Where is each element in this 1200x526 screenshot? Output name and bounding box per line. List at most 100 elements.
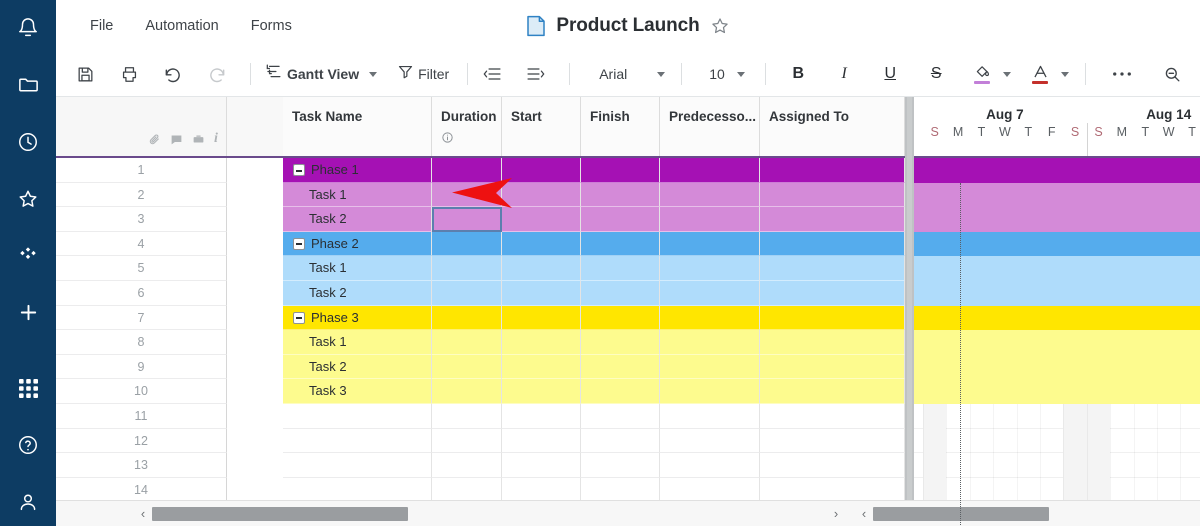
row-number[interactable]: 2 <box>56 182 227 208</box>
gantt-row[interactable] <box>914 281 1200 306</box>
grid-cell[interactable] <box>502 305 581 331</box>
undo-button[interactable] <box>158 59 188 89</box>
gantt-row[interactable] <box>914 207 1200 232</box>
scroll-thumb[interactable] <box>152 506 408 521</box>
collapse-toggle-icon[interactable] <box>293 164 305 176</box>
row-number[interactable]: 4 <box>56 231 227 257</box>
grid-cell[interactable] <box>581 477 660 503</box>
gantt-row[interactable] <box>914 256 1200 281</box>
save-button[interactable] <box>70 59 100 89</box>
grid-cell[interactable] <box>581 231 660 257</box>
gantt-horizontal-scrollbar[interactable]: ‹ <box>849 500 1200 526</box>
view-selector[interactable]: Gantt View <box>264 62 378 86</box>
text-color-chevron-down-icon[interactable] <box>1061 71 1070 77</box>
grid-cell[interactable] <box>502 158 581 183</box>
gantt-row[interactable] <box>914 379 1200 404</box>
account-user-icon[interactable] <box>0 479 56 526</box>
task-name-cell[interactable]: Phase 2 <box>283 231 432 257</box>
scroll-left-arrow-icon[interactable]: ‹ <box>134 506 152 521</box>
gantt-row[interactable] <box>914 305 1200 331</box>
bold-button[interactable]: B <box>783 59 813 89</box>
grid-cell[interactable] <box>581 207 660 232</box>
duration-cell[interactable] <box>432 305 502 331</box>
duration-cell[interactable] <box>432 158 502 183</box>
grid-cell[interactable] <box>660 182 760 208</box>
task-name-cell[interactable]: Task 2 <box>283 207 432 232</box>
duration-cell[interactable] <box>432 453 502 478</box>
duration-cell[interactable] <box>432 379 502 404</box>
grid-cell[interactable] <box>660 379 760 404</box>
duration-cell[interactable] <box>432 256 502 281</box>
task-name-cell[interactable] <box>283 453 432 478</box>
outdent-button[interactable] <box>477 59 507 89</box>
grid-cell[interactable] <box>760 428 905 454</box>
gantt-row[interactable] <box>914 231 1200 257</box>
task-name-cell[interactable]: Task 2 <box>283 281 432 306</box>
grid-cell[interactable] <box>760 207 905 232</box>
row-number[interactable]: 6 <box>56 281 227 306</box>
grid-cell[interactable] <box>502 453 581 478</box>
row-number[interactable]: 13 <box>56 453 227 478</box>
gantt-row[interactable] <box>914 158 1200 183</box>
grid-cell[interactable] <box>660 158 760 183</box>
scroll-right-arrow-icon[interactable]: › <box>827 506 845 521</box>
grid-cell[interactable] <box>660 231 760 257</box>
font-family-select[interactable]: Arial <box>593 62 671 86</box>
grid-cell[interactable] <box>502 428 581 454</box>
grid-cell[interactable] <box>502 281 581 306</box>
grid-cell[interactable] <box>760 330 905 355</box>
more-options-button[interactable] <box>1107 59 1137 89</box>
grid-cell[interactable] <box>660 404 760 429</box>
grid-cell[interactable] <box>502 404 581 429</box>
task-name-cell[interactable]: Phase 3 <box>283 305 432 331</box>
app-grid-icon[interactable] <box>0 365 56 412</box>
gantt-row[interactable] <box>914 182 1200 208</box>
grid-cell[interactable] <box>760 256 905 281</box>
grid-cell[interactable] <box>760 453 905 478</box>
grid-cell[interactable] <box>502 182 581 208</box>
row-number[interactable]: 14 <box>56 477 227 503</box>
task-name-cell[interactable]: Task 1 <box>283 330 432 355</box>
grid-cell[interactable] <box>760 158 905 183</box>
gantt-scroll-thumb[interactable] <box>873 506 1049 521</box>
gantt-scroll-left-arrow-icon[interactable]: ‹ <box>855 506 873 521</box>
menu-automation[interactable]: Automation <box>135 12 228 40</box>
task-name-cell[interactable]: Task 2 <box>283 354 432 380</box>
grid-cell[interactable] <box>760 477 905 503</box>
column-header-predecessors[interactable]: Predecesso... <box>660 97 760 156</box>
task-name-cell[interactable]: Task 1 <box>283 182 432 208</box>
fill-color-button[interactable] <box>967 59 997 89</box>
print-button[interactable] <box>114 59 144 89</box>
row-number[interactable]: 5 <box>56 256 227 281</box>
strikethrough-button[interactable]: S <box>921 59 951 89</box>
menu-forms[interactable]: Forms <box>241 12 302 40</box>
grid-cell[interactable] <box>760 354 905 380</box>
row-number[interactable]: 8 <box>56 330 227 355</box>
scroll-track[interactable] <box>152 501 827 526</box>
help-icon[interactable] <box>0 422 56 469</box>
grid-cell[interactable] <box>502 207 581 232</box>
grid-cell[interactable] <box>660 477 760 503</box>
text-color-button[interactable] <box>1025 59 1055 89</box>
grid-cell[interactable] <box>760 231 905 257</box>
redo-button[interactable] <box>202 59 232 89</box>
row-number[interactable]: 3 <box>56 207 227 232</box>
duration-cell[interactable] <box>432 477 502 503</box>
menu-file[interactable]: File <box>80 12 123 40</box>
pane-splitter[interactable] <box>905 97 914 500</box>
grid-cell[interactable] <box>581 354 660 380</box>
grid-cell[interactable] <box>502 477 581 503</box>
column-header-finish[interactable]: Finish <box>581 97 660 156</box>
grid-cell[interactable] <box>581 305 660 331</box>
duration-cell[interactable] <box>432 207 502 232</box>
grid-cell[interactable] <box>581 256 660 281</box>
task-name-cell[interactable] <box>283 428 432 454</box>
notifications-icon[interactable] <box>0 4 56 51</box>
gantt-row[interactable] <box>914 330 1200 355</box>
grid-cell[interactable] <box>502 354 581 380</box>
font-size-select[interactable]: 10 <box>703 62 751 86</box>
column-header-task-name[interactable]: Task Name <box>283 97 432 156</box>
collapse-toggle-icon[interactable] <box>293 237 305 250</box>
grid-cell[interactable] <box>581 379 660 404</box>
grid-cell[interactable] <box>660 305 760 331</box>
